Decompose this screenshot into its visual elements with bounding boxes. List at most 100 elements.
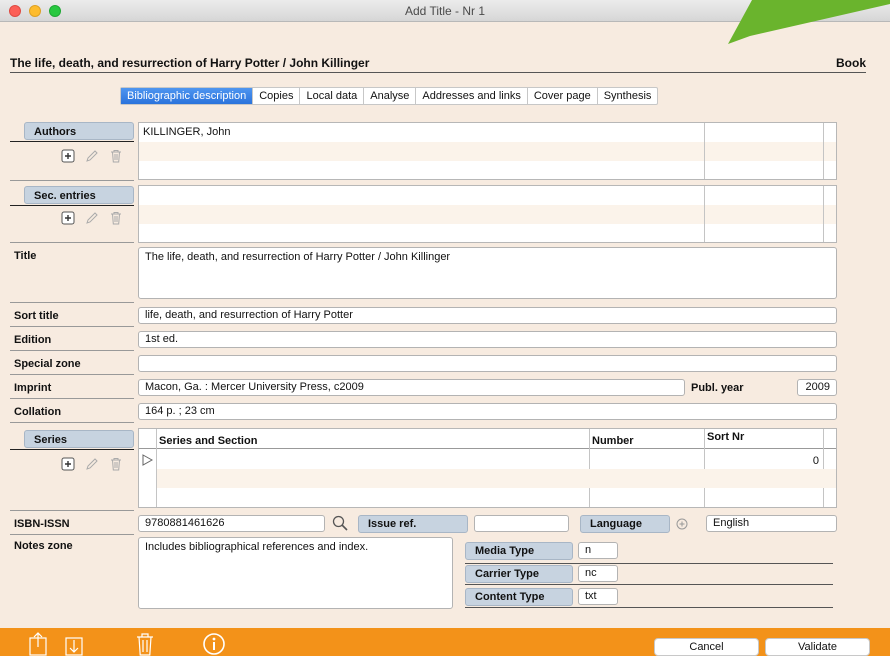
media-type-field[interactable]: n	[578, 542, 618, 559]
tab-addresses-and-links[interactable]: Addresses and links	[416, 88, 528, 104]
edition-separator	[10, 350, 134, 351]
table-row[interactable]	[157, 488, 836, 507]
publ-year-field[interactable]: 2009	[797, 379, 837, 396]
upload-icon[interactable]	[28, 632, 48, 656]
list-item[interactable]	[139, 142, 836, 161]
sec-entries-button[interactable]: Sec. entries	[24, 186, 134, 204]
collation-field[interactable]: 164 p. ; 23 cm	[138, 403, 837, 420]
bottom-toolbar: Cancel Validate	[0, 628, 890, 656]
record-type: Book	[836, 56, 866, 70]
record-title: The life, death, and resurrection of Har…	[10, 56, 370, 70]
tab-synthesis[interactable]: Synthesis	[598, 88, 658, 104]
language-add-icon[interactable]	[676, 518, 688, 530]
add-title-window: Add Title - Nr 1 The life, death, and re…	[0, 0, 890, 656]
series-edit-pencil-icon[interactable]	[84, 456, 100, 472]
series-toolbar	[60, 456, 124, 472]
series-trash-icon[interactable]	[108, 456, 124, 472]
content-type-field[interactable]: txt	[578, 588, 618, 605]
series-add-icon[interactable]	[60, 456, 76, 472]
publ-year-label: Publ. year	[691, 382, 744, 394]
sec-entries-trash-icon[interactable]	[108, 210, 124, 226]
download-icon[interactable]	[64, 632, 84, 656]
authors-trash-icon[interactable]	[108, 148, 124, 164]
list-item[interactable]	[139, 161, 836, 179]
edition-field[interactable]: 1st ed.	[138, 331, 837, 348]
authors-underline	[10, 141, 134, 142]
table-row[interactable]	[157, 469, 836, 488]
sec-entries-underline	[10, 205, 134, 206]
content-type-button[interactable]: Content Type	[465, 588, 573, 606]
carrier-type-button[interactable]: Carrier Type	[465, 565, 573, 583]
tab-bibliographic-description[interactable]: Bibliographic description	[121, 88, 254, 104]
series-table[interactable]: Series and Section Number Sort Nr 0	[138, 428, 837, 508]
tab-local-data[interactable]: Local data	[300, 88, 365, 104]
media-type-underline	[465, 563, 833, 564]
list-item[interactable]: KILLINGER, John	[139, 123, 836, 142]
series-separator	[10, 510, 134, 511]
column-header-series-and-section: Series and Section	[159, 435, 258, 447]
isbn-issn-field[interactable]: 9780881461626	[138, 515, 325, 532]
imprint-label: Imprint	[14, 382, 52, 394]
sort-title-separator	[10, 326, 134, 327]
collation-label: Collation	[14, 406, 62, 418]
column-divider	[704, 186, 705, 242]
search-icon[interactable]	[331, 514, 349, 532]
imprint-field[interactable]: Macon, Ga. : Mercer University Press, c2…	[138, 379, 685, 396]
authors-edit-pencil-icon[interactable]	[84, 148, 100, 164]
edition-label: Edition	[14, 334, 52, 346]
heading-divider	[10, 72, 866, 73]
language-field[interactable]: English	[706, 515, 837, 532]
special-zone-field[interactable]	[138, 355, 837, 372]
list-item[interactable]	[139, 224, 836, 242]
cancel-button[interactable]: Cancel	[654, 638, 759, 656]
series-underline	[10, 449, 134, 450]
sec-entries-list[interactable]	[138, 185, 837, 243]
carrier-type-underline	[465, 584, 833, 585]
notes-zone-textarea[interactable]: Includes bibliographical references and …	[138, 537, 453, 609]
tab-cover-page[interactable]: Cover page	[528, 88, 598, 104]
language-button[interactable]: Language	[580, 515, 670, 533]
list-item[interactable]	[139, 205, 836, 224]
media-type-button[interactable]: Media Type	[465, 542, 573, 560]
series-sort-nr-cell: 0	[812, 455, 819, 467]
column-divider	[704, 123, 705, 179]
sec-entries-separator	[10, 242, 134, 243]
authors-list[interactable]: KILLINGER, John	[138, 122, 837, 180]
column-header-sort-nr: Sort Nr	[707, 431, 745, 443]
content-type-underline	[465, 607, 833, 608]
isbn-issn-label: ISBN-ISSN	[14, 518, 70, 530]
info-icon[interactable]	[202, 632, 226, 656]
authors-add-icon[interactable]	[60, 148, 76, 164]
isbn-separator	[10, 534, 134, 535]
sec-entries-add-icon[interactable]	[60, 210, 76, 226]
special-zone-separator	[10, 374, 134, 375]
authors-button[interactable]: Authors	[24, 122, 134, 140]
table-row[interactable]	[157, 450, 836, 469]
pointer-arrow-icon	[728, 0, 890, 44]
issue-ref-field[interactable]	[474, 515, 569, 532]
sort-title-label: Sort title	[14, 310, 59, 322]
issue-ref-button[interactable]: Issue ref.	[358, 515, 468, 533]
tab-copies[interactable]: Copies	[253, 88, 301, 104]
special-zone-label: Special zone	[14, 358, 81, 370]
validate-button[interactable]: Validate	[765, 638, 870, 656]
sort-title-field[interactable]: life, death, and resurrection of Harry P…	[138, 307, 837, 324]
sec-entries-toolbar	[60, 210, 124, 226]
tab-bar: Bibliographic description Copies Local d…	[120, 87, 659, 105]
series-button[interactable]: Series	[24, 430, 134, 448]
column-divider	[823, 186, 824, 242]
imprint-separator	[10, 398, 134, 399]
tab-analyse[interactable]: Analyse	[364, 88, 417, 104]
sec-entries-edit-pencil-icon[interactable]	[84, 210, 100, 226]
list-item[interactable]	[139, 186, 836, 205]
authors-toolbar	[60, 148, 124, 164]
carrier-type-field[interactable]: nc	[578, 565, 618, 582]
trash-icon[interactable]	[134, 632, 156, 656]
column-divider	[823, 123, 824, 179]
title-label: Title	[14, 250, 37, 262]
collation-separator	[10, 422, 134, 423]
authors-separator	[10, 180, 134, 181]
notes-zone-label: Notes zone	[14, 540, 73, 552]
row-pointer-icon	[142, 454, 153, 466]
title-textarea[interactable]: The life, death, and resurrection of Har…	[138, 247, 837, 299]
